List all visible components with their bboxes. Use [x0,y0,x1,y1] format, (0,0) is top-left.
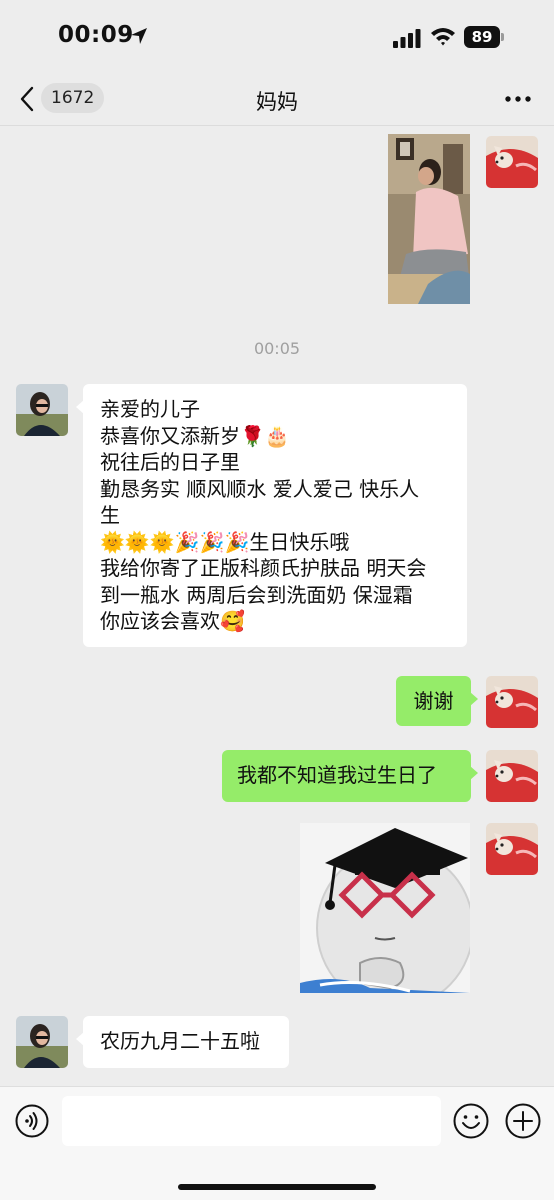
dog-avatar-icon [486,676,538,728]
battery-level: 89 [464,26,500,48]
message-line: 到一瓶水 两周后会到洗面奶 保湿霜 [100,582,413,607]
my-avatar[interactable] [486,136,538,188]
more-dots-icon[interactable] [505,96,531,102]
dog-avatar-icon [486,750,538,802]
battery-icon: 89 [464,26,504,48]
message-bubble-forgot-birthday[interactable]: 我都不知道我过生日了 [222,750,478,802]
sent-photo[interactable] [388,134,470,304]
message-text: 我都不知道我过生日了 [237,763,437,787]
message-input[interactable] [62,1096,441,1146]
message-line: 亲爱的儿子 [100,397,200,421]
wifi-icon [431,28,455,46]
location-arrow-icon [131,28,147,44]
message-line: 祝往后的日子里 [100,450,240,474]
message-text: 谢谢 [413,689,454,713]
message-line: 生 [100,503,120,527]
my-avatar[interactable] [486,823,538,875]
voice-icon[interactable] [15,1104,49,1138]
message-line: 我给你寄了正版科颜氏护肤品 明天会 [100,556,427,580]
home-indicator[interactable] [178,1184,376,1190]
mom-avatar[interactable] [16,1016,68,1068]
chat-header: 1672 妈妈 [0,72,554,126]
message-text: 农历九月二十五啦 [100,1029,260,1053]
status-time: 00:09 [58,22,134,48]
mom-avatar[interactable] [16,384,68,436]
message-line: 你应该会喜欢🥰 [100,609,245,633]
person-avatar-icon [16,384,68,436]
my-avatar[interactable] [486,676,538,728]
message-bubble-lunar-date[interactable]: 农历九月二十五啦 [76,1016,289,1068]
sent-sticker[interactable] [300,823,470,993]
plus-icon[interactable] [505,1103,541,1139]
input-bar [0,1086,554,1200]
dog-avatar-icon [486,823,538,875]
message-timestamp: 00:05 [253,339,301,358]
my-avatar[interactable] [486,750,538,802]
dog-avatar-icon [486,136,538,188]
message-bubble-thanks[interactable]: 谢谢 [396,676,478,726]
message-bubble-birthday-wish[interactable]: 亲爱的儿子 恭喜你又添新岁🌹🎂 祝往后的日子里 勤恳务实 顺风顺水 爱人爱己 快… [76,384,467,647]
message-line: 勤恳务实 顺风顺水 爱人爱己 快乐人 [100,476,420,501]
person-avatar-icon [16,1016,68,1068]
chat-title: 妈妈 [256,90,298,114]
status-bar: 00:09 89 [0,0,554,72]
message-line: 🌞🌞🌞🎉🎉🎉生日快乐哦 [100,529,350,554]
emoji-icon[interactable] [453,1103,489,1139]
cellular-signal-icon [393,29,421,48]
message-line: 恭喜你又添新岁🌹🎂 [100,423,290,448]
